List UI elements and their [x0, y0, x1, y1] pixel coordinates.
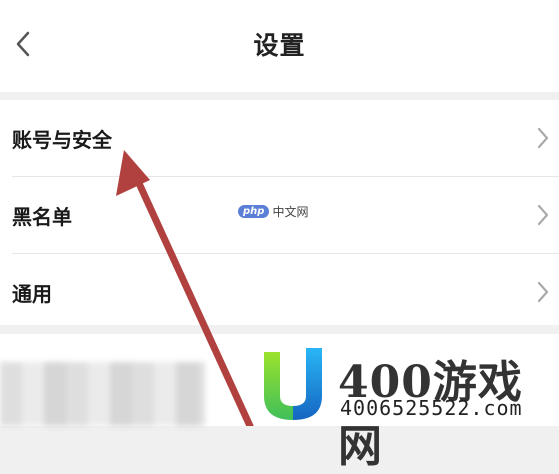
u-logo-icon: [264, 348, 322, 420]
page-title: 设置: [253, 31, 306, 60]
settings-item-label: 通用: [12, 282, 52, 306]
php-badge: php: [238, 205, 270, 218]
chevron-right-icon: [537, 204, 549, 226]
chevron-right-icon: [537, 281, 549, 303]
settings-item-account-security[interactable]: 账号与安全: [0, 100, 559, 176]
blurred-item: [0, 362, 205, 426]
settings-item-label: 黑名单: [12, 205, 72, 229]
domain-watermark: 4006525522.com: [340, 396, 523, 420]
settings-item-general[interactable]: 通用: [0, 254, 559, 330]
header-bar: 设置: [0, 0, 559, 92]
php-watermark: php 中文网: [238, 203, 308, 220]
php-watermark-text: 中文网: [272, 205, 309, 219]
chevron-right-icon: [537, 127, 549, 149]
settings-item-label: 账号与安全: [12, 128, 112, 152]
